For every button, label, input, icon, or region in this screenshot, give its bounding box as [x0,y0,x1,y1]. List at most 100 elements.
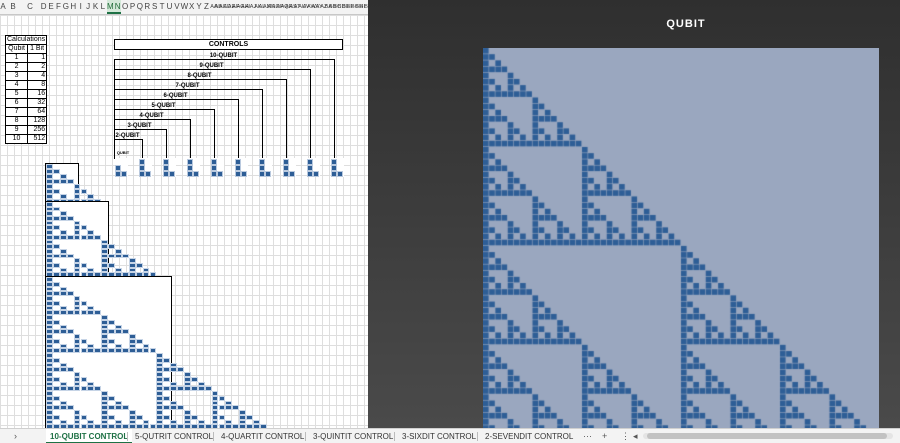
triangle-cell [108,338,115,344]
triangle-cell [177,405,184,410]
triangle-cell [80,310,88,315]
control-button-4[interactable] [187,158,200,177]
triangle-cell [190,386,198,391]
column-header-t[interactable]: T [158,0,165,14]
qubit-cell[interactable]: 4 [4,80,29,90]
calc-row: 10 512 [4,134,48,144]
bit-cell[interactable]: 64 [27,107,48,117]
qubit-cell[interactable]: 9 [4,125,29,135]
column-header-d[interactable]: D [40,0,47,14]
triangle-cell [246,414,253,420]
sheet-tab-6[interactable]: 2-SEVENDIT CONTROL [481,429,577,443]
calc-row: 48 [4,80,48,90]
sheet-tab-4[interactable]: 3-QUINTIT CONTROL [309,429,397,443]
qubit-cell[interactable]: 5 [4,89,29,99]
bit-cell[interactable]: 16 [27,89,48,99]
bit-cell[interactable]: 1 [27,53,48,63]
more-sheets-icon[interactable]: ··· [583,429,592,443]
bit-cell[interactable]: 8 [27,80,48,90]
calc-row: 5 16 [4,89,48,99]
column-header-o[interactable]: O [121,0,128,14]
prev-sheet-arrow-icon[interactable]: › [14,429,17,443]
scroll-left-icon[interactable]: ◂ [633,429,638,443]
add-sheet-icon[interactable]: + [602,429,607,443]
triangle-cell [170,405,178,410]
controls-title: CONTROLS [114,39,343,50]
control-button-1[interactable] [115,158,128,177]
column-header-i[interactable]: I [77,0,84,14]
calculations-title: Calculations [4,35,48,45]
sheet-tab-2[interactable]: 5-QUTRIT CONTROL [131,429,217,443]
column-header-z[interactable]: Z [203,0,210,14]
triangle-cell [163,405,171,410]
column-header-b[interactable]: B [6,0,20,14]
bit-cell[interactable]: 32 [27,98,48,108]
column-header-x[interactable]: X [188,0,195,14]
qubit-cell[interactable]: 3 [4,71,29,81]
qubit-cell[interactable]: 6 [4,98,29,108]
column-header-c[interactable]: C [20,0,40,14]
triangle-cell [52,414,60,420]
sheet-tab-bar: › 10-QUBIT CONTROL 5-QUTRIT CONTROL 4-QUAR… [0,428,900,443]
bit-cell[interactable]: 512 [27,134,48,144]
triangle-cell [170,367,178,372]
column-header-h[interactable]: H [70,0,77,14]
qubit-cell[interactable]: 10 [4,134,29,144]
column-header-u[interactable]: U [166,0,173,14]
column-header-p[interactable]: P [129,0,136,14]
triangle-cell [73,386,81,391]
control-label-3: 3-QUBIT [127,123,152,129]
qubit-cell[interactable]: 2 [4,62,29,72]
control-button-9[interactable] [307,158,320,177]
triangle-preview-2 [45,201,157,278]
control-button-5[interactable] [211,158,224,177]
column-header-q[interactable]: Q [136,0,143,14]
scrollbar-thumb[interactable] [647,433,887,439]
control-label-1: QUBIT [116,150,130,155]
sheet-tab-1[interactable]: 10-QUBIT CONTROL [46,429,133,443]
column-header-n[interactable]: N [114,0,122,14]
qubit-chart-panel: QUBIT [368,0,900,428]
column-header-f[interactable]: F [55,0,62,14]
control-button-7[interactable] [259,158,272,177]
column-header-k[interactable]: K [92,0,99,14]
bit-cell[interactable]: 4 [27,71,48,81]
control-cell [259,159,265,165]
column-header-w[interactable]: W [181,0,189,14]
column-header-j[interactable]: J [84,0,91,14]
tab-separator [394,432,395,441]
triangle-cell [163,357,171,363]
control-cell [331,159,337,165]
control-button-3[interactable] [163,158,176,177]
triangle-cell [66,310,74,315]
column-header-l[interactable]: L [99,0,106,14]
triangle-cell [66,386,74,391]
column-header-g[interactable]: G [62,0,69,14]
sheet-grid[interactable]: Calculations Qubit 1 Bit 1 1 2 2 3 4 4 8 5 16 6 32 7… [0,15,368,428]
column-header-e[interactable]: E [47,0,54,14]
triangle-cell [170,386,178,391]
triangle-cell [142,348,150,353]
column-header-s[interactable]: S [151,0,158,14]
sheet-menu-icon[interactable]: ⋮ [621,429,630,443]
column-header-m[interactable]: M [106,0,114,14]
qubit-cell[interactable]: 1 [4,53,29,63]
triangle-cell [87,234,95,240]
triangle-cell [232,405,240,410]
sheet-tab-3[interactable]: 4-QUARTIT CONTROL [217,429,308,443]
triangle-cell [80,262,88,268]
column-header-r[interactable]: R [144,0,151,14]
horizontal-scrollbar[interactable] [643,433,893,439]
control-button-10[interactable] [331,158,344,177]
column-header-y[interactable]: Y [195,0,202,14]
bit-cell[interactable]: 128 [27,116,48,126]
qubit-cell[interactable]: 8 [4,116,29,126]
control-button-8[interactable] [283,158,296,177]
control-button-2[interactable] [139,158,152,177]
column-header-v[interactable]: V [173,0,180,14]
sheet-tab-5[interactable]: 3-SIXDIT CONTROL [398,429,480,443]
control-button-6[interactable] [235,158,248,177]
bit-cell[interactable]: 2 [27,62,48,72]
qubit-cell[interactable]: 7 [4,107,29,117]
bit-cell[interactable]: 256 [27,125,48,135]
